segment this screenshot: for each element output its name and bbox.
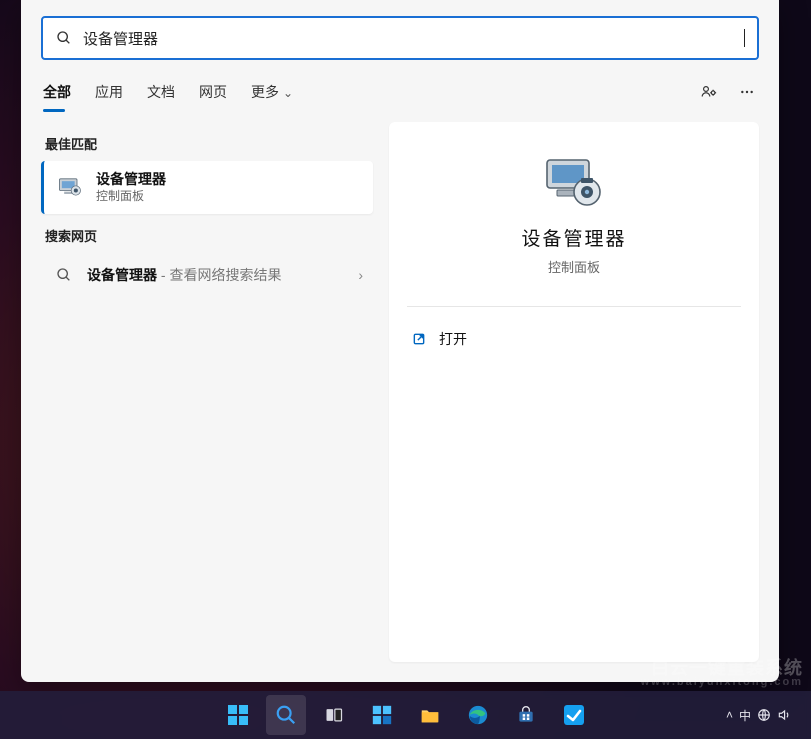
tray-overflow-icon[interactable]: ˄ [726, 708, 733, 722]
web-result-text: 设备管理器 - 查看网络搜索结果 [87, 265, 344, 285]
section-best-match: 最佳匹配 [41, 122, 373, 161]
best-match-result[interactable]: 设备管理器 控制面板 [41, 161, 373, 214]
results-left-column: 最佳匹配 设备管理器 控制面板 [41, 122, 373, 662]
device-manager-large-icon [539, 154, 609, 210]
search-results-panel: 全部 应用 文档 网页 更多 ⌄ [21, 0, 779, 682]
preview-title: 设备管理器 [521, 224, 626, 251]
best-match-subtitle: 控制面板 [96, 189, 166, 204]
start-button[interactable] [218, 695, 258, 735]
task-view-button[interactable] [314, 695, 354, 735]
text-caret [744, 29, 745, 47]
tab-web[interactable]: 网页 [199, 74, 227, 110]
system-tray[interactable]: ˄ 中 [726, 707, 803, 724]
open-action[interactable]: 打开 [389, 315, 759, 363]
search-box-container [21, 0, 779, 70]
filter-tab-row: 全部 应用 文档 网页 更多 ⌄ [21, 70, 779, 110]
web-search-result[interactable]: 设备管理器 - 查看网络搜索结果 › [41, 253, 373, 297]
search-input[interactable] [73, 30, 753, 47]
pinned-app-button[interactable] [554, 695, 594, 735]
preview-subtitle: 控制面板 [548, 257, 600, 276]
search-box[interactable] [41, 16, 759, 60]
open-external-icon [411, 331, 427, 347]
chevron-down-icon: ⌄ [283, 86, 293, 100]
device-manager-icon [56, 173, 84, 201]
store-button[interactable] [506, 695, 546, 735]
edge-browser-button[interactable] [458, 695, 498, 735]
taskbar-search-button[interactable] [266, 695, 306, 735]
widgets-button[interactable] [362, 695, 402, 735]
tab-all[interactable]: 全部 [43, 74, 71, 110]
ime-indicator[interactable]: 中 [739, 707, 751, 724]
preview-pane: 设备管理器 控制面板 打开 [389, 122, 759, 662]
more-options-icon[interactable] [737, 82, 757, 102]
account-settings-icon[interactable] [699, 82, 719, 102]
file-explorer-button[interactable] [410, 695, 450, 735]
volume-icon[interactable] [777, 708, 791, 722]
best-match-title: 设备管理器 [96, 171, 166, 189]
tab-more-label: 更多 [251, 84, 279, 100]
tab-more[interactable]: 更多 ⌄ [251, 74, 293, 110]
search-icon [55, 29, 73, 47]
tab-apps[interactable]: 应用 [95, 74, 123, 110]
search-icon [55, 266, 73, 284]
chevron-right-icon: › [358, 267, 363, 283]
taskbar: ˄ 中 [0, 691, 811, 739]
section-search-web: 搜索网页 [41, 214, 373, 253]
tab-documents[interactable]: 文档 [147, 74, 175, 110]
web-result-term: 设备管理器 [87, 267, 157, 283]
web-result-suffix: - 查看网络搜索结果 [157, 267, 281, 283]
network-icon[interactable] [757, 708, 771, 722]
divider [407, 306, 741, 307]
open-label: 打开 [439, 329, 467, 349]
